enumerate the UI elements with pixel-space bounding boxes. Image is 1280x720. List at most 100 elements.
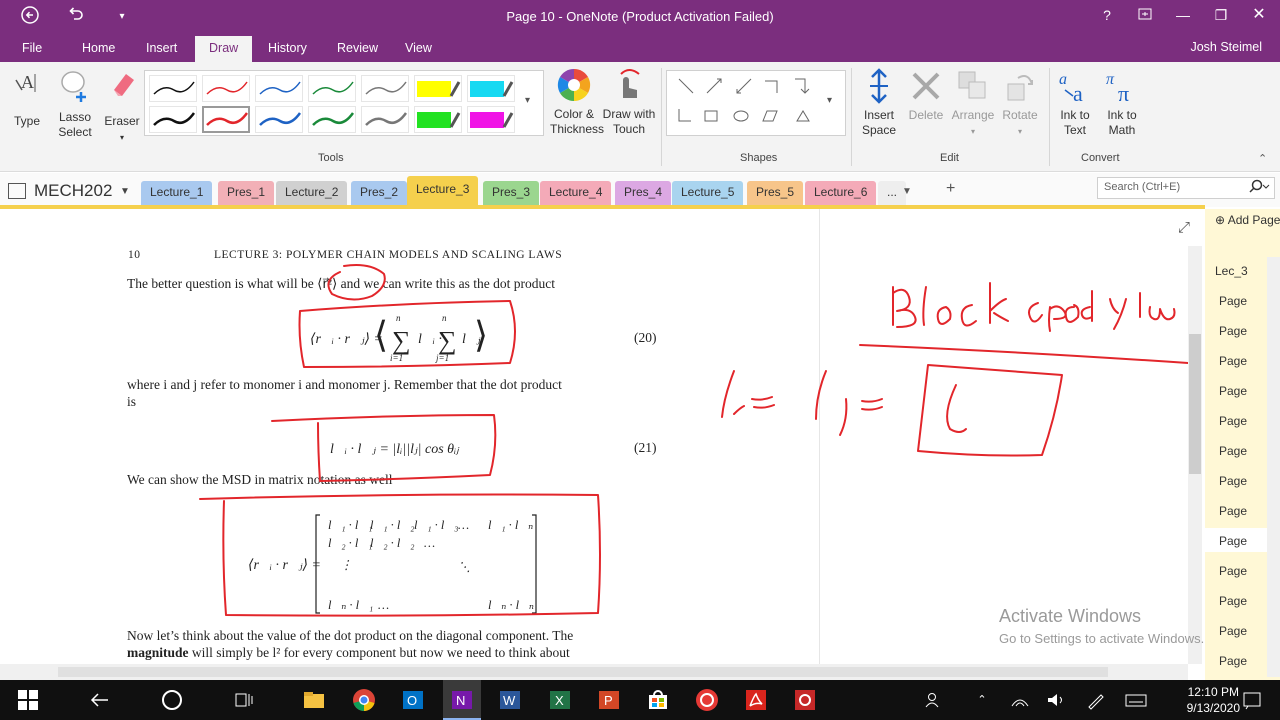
full-page-view-icon[interactable]: ⤢ [1178,219,1190,236]
onenote-taskbar-active[interactable]: N [443,680,481,720]
collapse-ribbon-icon[interactable]: ⌃ [1258,152,1267,165]
notifications-icon[interactable] [1240,688,1264,712]
pen-black-thick[interactable] [149,106,197,133]
add-page-button[interactable]: ⊕ Add Page [1215,213,1280,227]
tab-review[interactable]: Review [327,36,388,62]
people-icon[interactable] [922,688,946,712]
highlighter-green[interactable] [414,106,462,133]
rotate-dropdown-icon[interactable]: ▾ [1018,127,1022,136]
volume-icon[interactable] [1044,688,1068,712]
windows-start-icon[interactable] [16,688,40,712]
horizontal-scroll-thumb[interactable] [58,667,1108,677]
page-item[interactable]: Page [1219,624,1247,638]
add-section-icon[interactable]: + [946,180,955,198]
pen-gray-thin[interactable] [361,75,409,102]
section-tab-lecture1[interactable]: Lecture_1 [141,181,213,205]
highlighter-yellow[interactable] [414,75,462,102]
tab-file[interactable]: File [12,36,52,62]
type-button[interactable]: A Type [10,68,46,128]
tray-chevron-icon[interactable]: ⌃ [970,688,994,712]
page-item[interactable]: Page [1219,474,1247,488]
app-red-gear-icon[interactable] [793,688,817,712]
back-arrow-icon[interactable] [88,688,112,712]
lasso-select-button[interactable]: Lasso Select [54,68,96,140]
page-item[interactable]: Page [1219,564,1247,578]
pen-blue-thin[interactable] [255,75,303,102]
highlighter-cyan[interactable] [467,75,515,102]
pen-green-thick[interactable] [308,106,356,133]
page-item[interactable]: Page [1219,594,1247,608]
page-item[interactable]: Page [1219,384,1247,398]
vertical-scrollbar[interactable] [1188,246,1202,664]
notebook-dropdown-icon[interactable]: ▼ [120,186,130,197]
section-tab-pres3[interactable]: Pres_3 [483,181,540,205]
page-item[interactable]: Page [1219,324,1247,338]
section-tab-lecture4[interactable]: Lecture_4 [540,181,612,205]
ribbon-display-icon[interactable] [1126,0,1164,30]
arrange-button[interactable]: Arrange ▾ [950,68,996,139]
help-icon[interactable]: ? [1088,0,1126,30]
outlook-icon[interactable]: O [401,688,425,712]
page-item[interactable]: Page [1219,444,1247,458]
section-tab-lecture3-active[interactable]: Lecture_3 [407,176,479,207]
page-item-selected[interactable]: Page [1219,534,1247,548]
user-name[interactable]: Josh Steimel [1190,40,1262,54]
pen-gallery-more-icon[interactable]: ▾ [525,95,530,106]
page-item[interactable]: Page [1219,354,1247,368]
pen-workspace-icon[interactable] [1084,688,1108,712]
excel-icon[interactable]: X [548,688,572,712]
app-red-circle-icon[interactable] [695,688,719,712]
maximize-icon[interactable]: ❐ [1202,0,1240,30]
store-icon[interactable] [646,688,670,712]
sections-dropdown-icon[interactable]: ▼ [902,186,912,197]
pages-scrollbar[interactable] [1267,257,1280,677]
eraser-button[interactable]: Eraser ▾ [102,68,142,145]
section-tab-lecture2[interactable]: Lecture_2 [276,181,348,205]
eraser-dropdown-icon[interactable]: ▾ [120,133,124,142]
powerpoint-icon[interactable]: P [597,688,621,712]
pen-green-thin[interactable] [308,75,356,102]
page-canvas[interactable]: 10 LECTURE 3: POLYMER CHAIN MODELS AND S… [0,209,1205,664]
system-clock[interactable]: 12:10 PM 9/13/2020 [1187,684,1240,716]
wifi-icon[interactable] [1008,688,1032,712]
acrobat-icon[interactable] [744,688,768,712]
notebook-name[interactable]: MECH202 [34,181,112,201]
pen-red-thick-selected[interactable] [202,106,250,133]
ink-to-text-button[interactable]: aa Ink to Text [1054,68,1096,138]
pen-gray-thick[interactable] [361,106,409,133]
minimize-icon[interactable]: — [1164,0,1202,30]
tab-view[interactable]: View [395,36,442,62]
delete-button[interactable]: Delete [904,68,948,123]
pen-black-thin[interactable] [149,75,197,102]
section-tab-pres5[interactable]: Pres_5 [747,181,804,205]
section-tab-pres4[interactable]: Pres_4 [615,181,672,205]
page-item[interactable]: Page [1219,294,1247,308]
close-icon[interactable]: ✕ [1240,0,1278,30]
page-item-lec3[interactable]: Lec_3 [1215,264,1248,278]
chrome-icon[interactable] [352,688,376,712]
word-icon[interactable]: W [498,688,522,712]
section-tab-pres2[interactable]: Pres_2 [351,181,408,205]
tab-draw[interactable]: Draw [195,36,253,62]
highlighter-magenta[interactable] [467,106,515,133]
insert-space-button[interactable]: Insert Space [858,68,900,138]
draw-with-touch-button[interactable]: Draw with Touch [602,68,656,137]
keyboard-icon[interactable] [1124,688,1148,712]
tab-home[interactable]: Home [72,36,125,62]
rotate-button[interactable]: Rotate ▾ [998,68,1042,139]
horizontal-scrollbar[interactable] [0,664,1188,680]
page-item[interactable]: Page [1219,414,1247,428]
tab-history[interactable]: History [258,36,317,62]
pen-blue-thick[interactable] [255,106,303,133]
page-item[interactable]: Page [1219,654,1247,668]
tab-insert[interactable]: Insert [136,36,187,62]
file-explorer-icon[interactable] [302,688,326,712]
shapes-more-icon[interactable]: ▾ [827,95,832,106]
task-view-icon[interactable] [232,688,256,712]
color-thickness-button[interactable]: Color & Thickness [550,68,604,137]
page-item[interactable]: Page [1219,504,1247,518]
section-tab-lecture6[interactable]: Lecture_6 [805,181,877,205]
search-icon[interactable] [1248,179,1270,200]
ink-to-math-button[interactable]: ππ Ink to Math [1100,68,1144,138]
section-tab-pres1[interactable]: Pres_1 [218,181,275,205]
